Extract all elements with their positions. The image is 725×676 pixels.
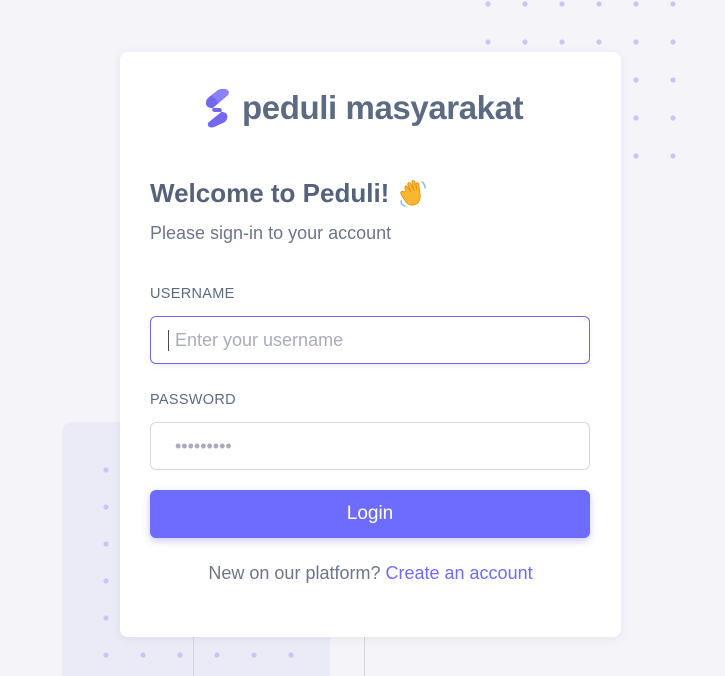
brand-name: peduli masyarakat (242, 89, 524, 126)
signup-prompt-text: New on our platform? (208, 563, 381, 583)
welcome-title-text: Welcome to Peduli! (150, 177, 390, 208)
password-label: PASSWORD (150, 392, 236, 408)
username-input[interactable] (150, 316, 590, 364)
login-page: peduli masyarakat Welcome to Peduli! Ple… (0, 0, 725, 676)
create-account-link[interactable]: Create an account (386, 563, 533, 583)
brand-s-logo-icon (205, 89, 229, 128)
password-input[interactable] (150, 422, 590, 470)
welcome-subtitle: Please sign-in to your account (150, 223, 392, 243)
login-button[interactable]: Login (150, 490, 590, 538)
waving-hand-icon (400, 180, 427, 207)
text-caret (168, 330, 169, 351)
login-card: peduli masyarakat Welcome to Peduli! Ple… (120, 52, 621, 637)
brand: peduli masyarakat (202, 86, 524, 130)
signup-prompt: New on our platform? Create an account (120, 563, 621, 584)
username-label: USERNAME (150, 286, 235, 302)
welcome-title: Welcome to Peduli! (150, 177, 429, 209)
